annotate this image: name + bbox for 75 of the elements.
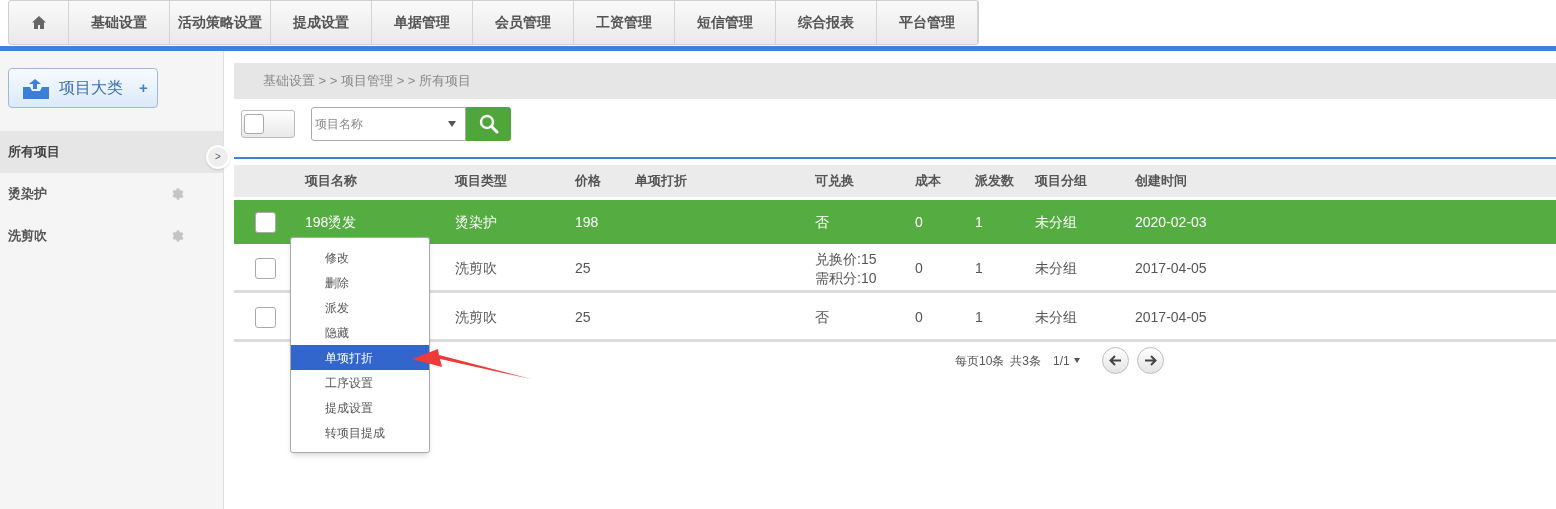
plus-sign: + — [139, 77, 148, 98]
column-header: 成本 — [915, 172, 942, 191]
nav-tab[interactable]: 短信管理 — [675, 1, 776, 44]
row-checkbox[interactable] — [255, 307, 276, 328]
column-header: 创建时间 — [1135, 172, 1188, 191]
right-arrow-icon — [1143, 355, 1157, 366]
table-cell-text: 0 — [915, 212, 924, 232]
table-cell-text: 1 — [975, 212, 984, 232]
table-cell-text: 未分组 — [1035, 308, 1078, 327]
table-cell-text: 1 — [975, 259, 984, 278]
page-select[interactable]: 1/1 — [1053, 351, 1080, 370]
table-cell-text: 洗剪吹 — [455, 308, 498, 327]
menu-item[interactable]: 转项目提成 — [291, 420, 429, 445]
menu-item[interactable]: 修改 — [291, 245, 429, 270]
nav-tab[interactable]: 会员管理 — [473, 1, 574, 44]
menu-item[interactable]: 提成设置 — [291, 395, 429, 420]
column-header: 派发数 — [975, 172, 1015, 191]
home-icon — [31, 16, 46, 29]
search-icon — [478, 114, 499, 134]
previous-page-button[interactable] — [1101, 347, 1129, 374]
table-cell-text: 198 — [575, 212, 600, 232]
table-cell-text: 25 — [575, 308, 592, 327]
row-checkbox[interactable] — [255, 258, 276, 279]
nav-tab[interactable]: 综合报表 — [776, 1, 877, 44]
sidebar-item[interactable]: 洗剪吹 — [0, 215, 223, 257]
nav-tab[interactable]: 工资管理 — [574, 1, 675, 44]
column-header: 单项打折 — [635, 172, 688, 191]
row-checkbox[interactable] — [255, 211, 276, 233]
menu-item[interactable]: 单项打折 — [291, 345, 429, 370]
table-cell-text: 未分组 — [1035, 259, 1078, 278]
table-cell-text: 未分组 — [1035, 212, 1078, 232]
tray-upload-icon — [21, 77, 51, 99]
table-cell-text: 否 — [815, 212, 830, 232]
dropdown-caret-icon — [1073, 358, 1080, 363]
menu-item[interactable]: 删除 — [291, 270, 429, 295]
search-button[interactable] — [466, 107, 511, 141]
table-cell-text: 2017-04-05 — [1135, 259, 1208, 278]
gear-icon[interactable] — [171, 229, 185, 243]
table-cell-text: 1 — [975, 308, 984, 327]
column-header: 项目名称 — [305, 172, 358, 191]
table-cell-text: 198烫发 — [305, 212, 358, 232]
breadcrumb: 基础设置 > > 项目管理 > > 所有项目 — [263, 72, 472, 91]
table-cell-text: 洗剪吹 — [455, 259, 498, 278]
total-count-text: 共3条 — [1010, 352, 1042, 370]
nav-tab[interactable]: 单据管理 — [372, 1, 473, 44]
nav-tab[interactable]: 活动策略设置 — [170, 1, 271, 44]
item-name-select[interactable]: 项目名称 — [311, 107, 466, 141]
column-header: 可兑换 — [815, 172, 855, 191]
add-category-button[interactable]: 项目大类 + — [8, 68, 158, 108]
table-cell-text: 兑换价:15 需积分:10 — [815, 249, 878, 288]
sidebar-item[interactable]: 烫染护 — [0, 173, 223, 215]
dropdown-caret-icon — [448, 121, 456, 127]
nav-tab[interactable]: 提成设置 — [271, 1, 372, 44]
column-header: 项目类型 — [455, 172, 508, 191]
nav-tab[interactable]: 基础设置 — [69, 1, 170, 44]
toggle-switch[interactable] — [241, 110, 295, 138]
table-cell-text: 25 — [575, 259, 592, 278]
next-page-button[interactable] — [1136, 347, 1164, 374]
table-cell-text: 0 — [915, 308, 924, 327]
table-cell-text: 否 — [815, 308, 830, 327]
collapse-toggle[interactable]: > — [206, 145, 230, 169]
menu-item[interactable]: 派发 — [291, 295, 429, 320]
table-cell-text: 2020-02-03 — [1135, 212, 1208, 232]
nav-tab[interactable]: 平台管理 — [877, 1, 978, 44]
left-arrow-icon — [1108, 355, 1122, 366]
table-cell-text: 2017-04-05 — [1135, 308, 1208, 327]
column-header: 项目分组 — [1035, 172, 1088, 191]
menu-item[interactable]: 工序设置 — [291, 370, 429, 395]
menu-item[interactable]: 隐藏 — [291, 320, 429, 345]
column-header: 价格 — [575, 172, 602, 191]
page-size-text: 每页10条 — [955, 352, 1005, 370]
gear-icon[interactable] — [171, 187, 185, 201]
table-cell-text: 0 — [915, 259, 924, 278]
table-cell-text: 烫染护 — [455, 212, 498, 232]
add-category-label: 项目大类 — [59, 78, 123, 98]
